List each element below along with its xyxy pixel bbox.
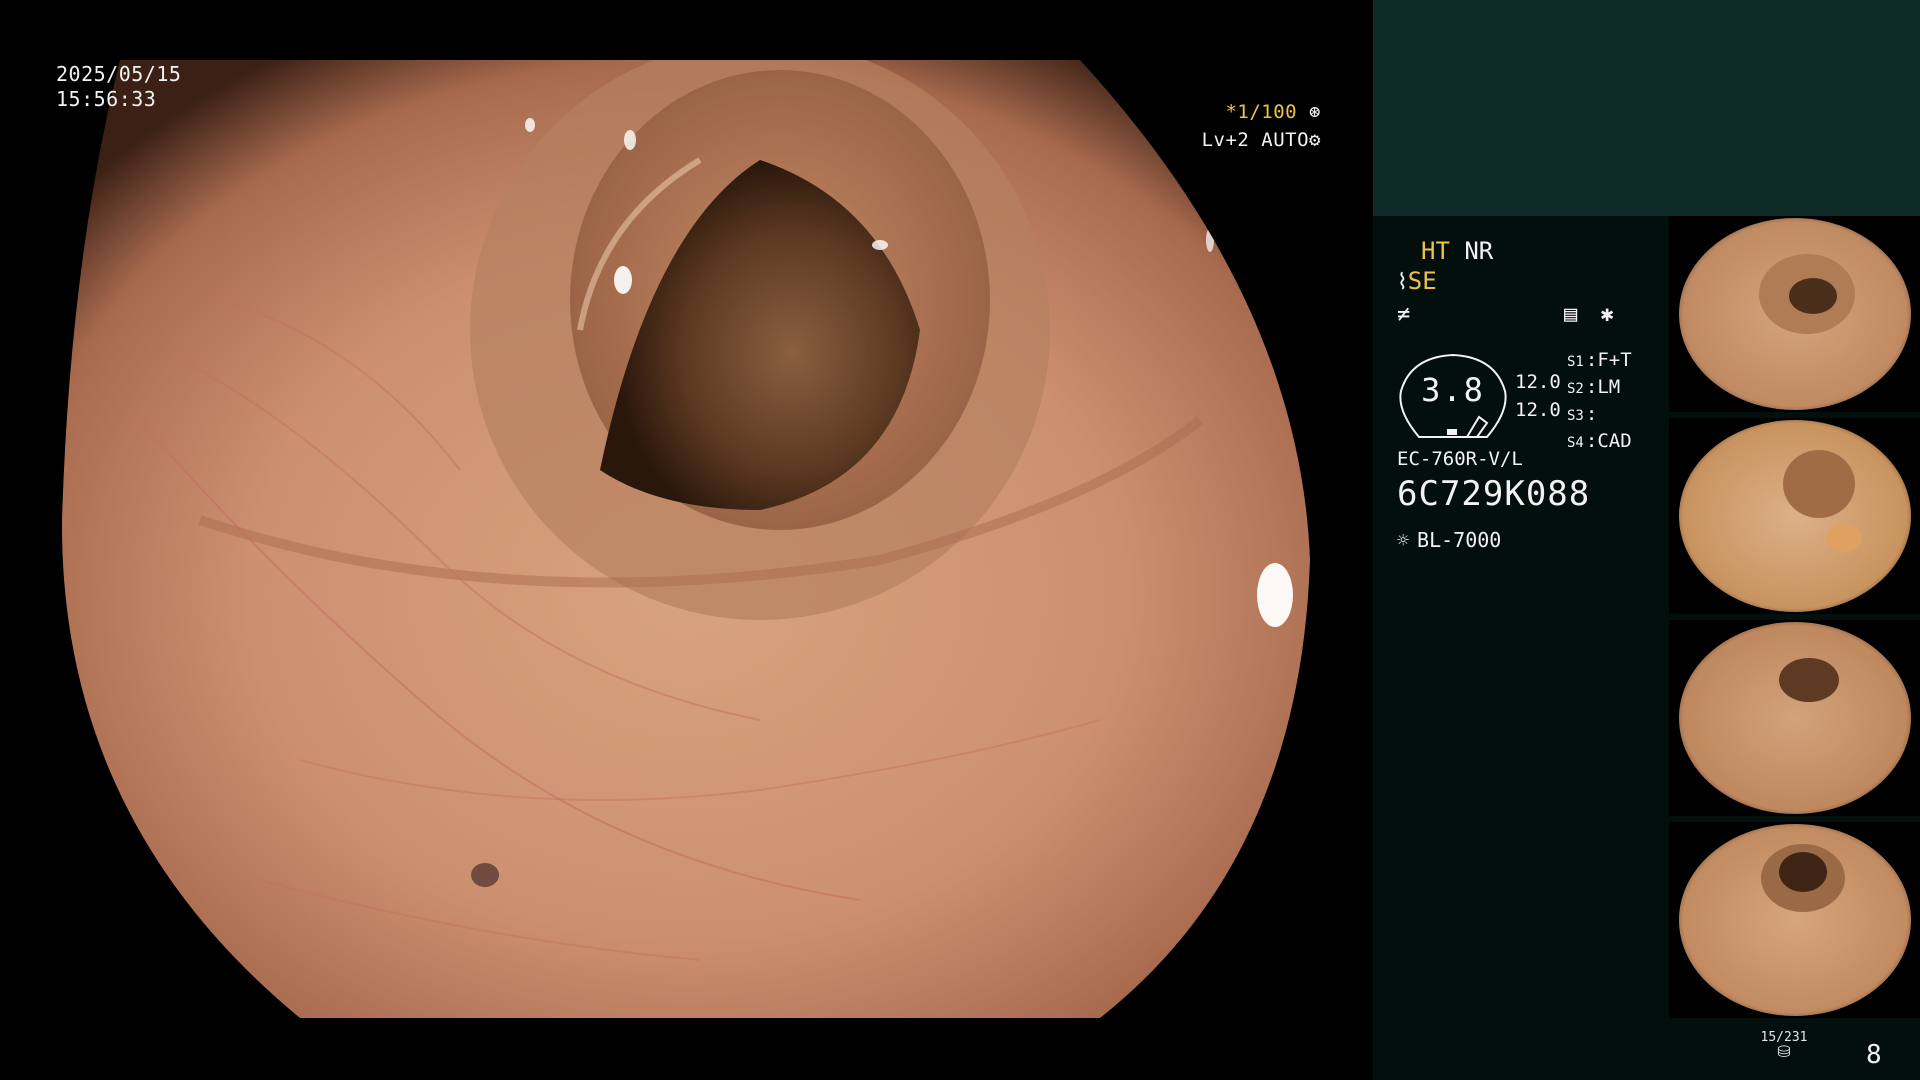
thumbnail[interactable] bbox=[1669, 418, 1920, 614]
switch-assignments: S1:F+T S2:LM S3: S4:CAD bbox=[1567, 348, 1632, 456]
shutter-info: *1/100 ⊛ Lv+2 AUTO⚙ bbox=[1202, 98, 1321, 154]
mode-row-filter: ≠ bbox=[1397, 298, 1410, 330]
status-icons: ▤ ✱ bbox=[1564, 302, 1614, 327]
shutter-speed: 1/100 bbox=[1237, 101, 1298, 123]
switch-row: S4:CAD bbox=[1567, 430, 1632, 452]
main-endoscopic-view: 2025/05/15 15:56:33 *1/100 ⊛ Lv+2 AUTO⚙ bbox=[0, 0, 1373, 1080]
thumbnail[interactable] bbox=[1669, 620, 1920, 816]
switch-row: S3: bbox=[1567, 403, 1598, 425]
lamp-icon: ☼ bbox=[1397, 528, 1410, 552]
thumbnail[interactable] bbox=[1669, 216, 1920, 412]
structure-enhance-icon: ⌇ bbox=[1397, 270, 1408, 295]
page-number: 8 bbox=[1866, 1040, 1882, 1070]
time-text: 15:56:33 bbox=[56, 87, 157, 111]
mode-row-ht-nr: HT NR bbox=[1397, 236, 1493, 266]
date-time-readout: 2025/05/15 15:56:33 bbox=[56, 62, 181, 112]
mode-text: AUTO bbox=[1261, 129, 1310, 151]
scope-model: EC-760R-V/L bbox=[1397, 448, 1523, 470]
mode-row-se: ⌇SE bbox=[1397, 266, 1437, 298]
image-counter: 15/231 ⛁ bbox=[1760, 1030, 1808, 1061]
thumbnail[interactable] bbox=[1669, 822, 1920, 1018]
gauge: 3.8 bbox=[1397, 351, 1509, 441]
colon-lumen-image bbox=[61, 60, 1310, 1018]
light-source: ☼ BL-7000 bbox=[1397, 528, 1501, 552]
gauge-value: 3.8 bbox=[1421, 371, 1485, 409]
light-source-label: BL-7000 bbox=[1417, 528, 1502, 552]
se-label: SE bbox=[1407, 267, 1437, 295]
date-text: 2025/05/15 bbox=[56, 62, 182, 86]
processor-info: HT NR ⌇SE ≠ ▤ ✱ 3.8 12.0 12.0 S1:F+T S2… bbox=[1397, 236, 1697, 576]
gear-icon: ⚙ bbox=[1309, 129, 1321, 151]
nr-label: NR bbox=[1464, 237, 1494, 265]
endoscopy-screen: 2025/05/15 15:56:33 *1/100 ⊛ Lv+2 AUTO⚙ … bbox=[0, 0, 1920, 1080]
asterisk-icon: ✱ bbox=[1600, 302, 1614, 327]
storage-icon: ⛁ bbox=[1777, 1042, 1791, 1061]
color-chart-icon: ▤ bbox=[1564, 302, 1578, 327]
shutter-prefix: * bbox=[1225, 101, 1238, 123]
side-panel: HT NR ⌇SE ≠ ▤ ✱ 3.8 12.0 12.0 S1:F+T S2… bbox=[1373, 0, 1920, 1080]
gain-values: 12.0 12.0 bbox=[1515, 368, 1561, 424]
filter-icon: ≠ bbox=[1397, 302, 1411, 327]
level-text: Lv+2 bbox=[1201, 129, 1250, 151]
serial-number: 6C729K088 bbox=[1397, 474, 1591, 514]
gain-2: 12.0 bbox=[1515, 399, 1561, 421]
side-panel-header bbox=[1373, 0, 1920, 216]
switch-row: S1:F+T bbox=[1567, 349, 1632, 371]
ht-label: HT bbox=[1421, 237, 1450, 265]
aperture-icon: ⊛ bbox=[1309, 101, 1321, 123]
gain-1: 12.0 bbox=[1515, 371, 1561, 393]
switch-row: S2:LM bbox=[1567, 376, 1621, 398]
captured-thumbnails bbox=[1669, 216, 1920, 1024]
